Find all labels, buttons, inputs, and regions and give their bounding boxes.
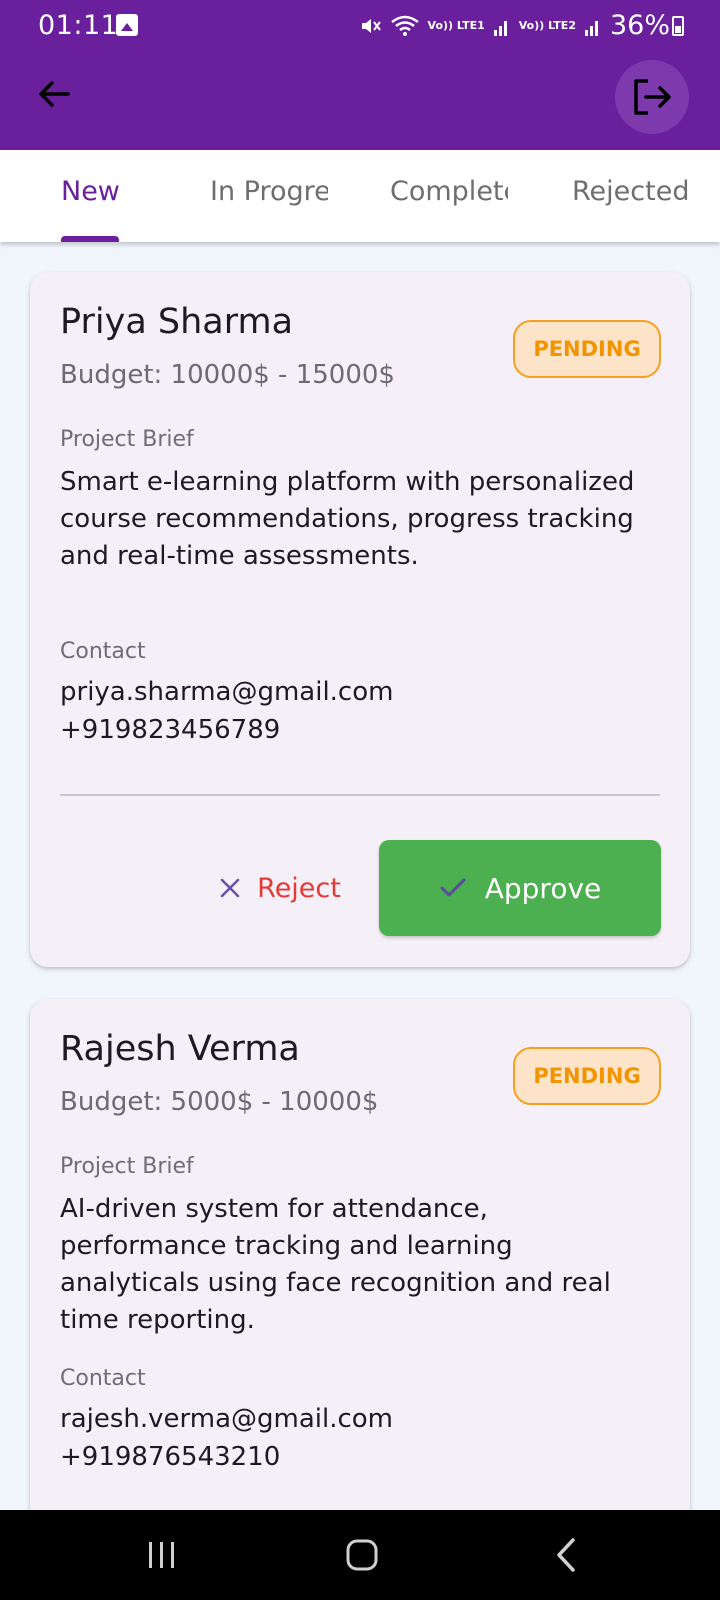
image-notification-icon	[116, 14, 138, 36]
tab-bar: New In Progress Completed Rejected	[0, 150, 720, 242]
tab-in-progress[interactable]: In Progress	[210, 176, 328, 207]
mute-icon	[361, 18, 381, 33]
project-brief-text: Smart e-learning platform with personali…	[60, 467, 635, 571]
tab-completed[interactable]: Completed	[390, 176, 508, 207]
back-button[interactable]	[28, 68, 80, 120]
tab-new[interactable]: New	[61, 176, 120, 207]
logout-button[interactable]	[615, 60, 689, 134]
status-indicators: Vo)) LTE1 Vo)) LTE2 36%	[358, 10, 670, 41]
project-brief-label: Project Brief	[60, 1154, 194, 1179]
battery-icon	[672, 16, 684, 36]
signal-2-label: Vo)) LTE2	[518, 19, 576, 32]
status-badge: PENDING	[513, 320, 661, 378]
contact-label: Contact	[60, 1366, 146, 1391]
status-time: 01:11	[38, 10, 119, 41]
budget-range: Budget: 5000$ - 10000$	[60, 1087, 379, 1117]
close-icon	[220, 878, 240, 898]
contact-label: Contact	[60, 639, 146, 664]
tab-rejected[interactable]: Rejected	[572, 176, 689, 207]
request-card: Rajesh Verma Budget: 5000$ - 10000$ PEND…	[30, 999, 690, 1559]
back-nav-button[interactable]	[538, 1530, 594, 1580]
system-nav-bar	[0, 1510, 720, 1600]
project-brief-label: Project Brief	[60, 427, 194, 452]
signal-bars-icon	[584, 20, 598, 36]
request-card: Priya Sharma Budget: 10000$ - 15000$ PEN…	[30, 272, 690, 967]
reject-label: Reject	[257, 872, 341, 904]
contact-phone: +919823456789	[60, 715, 281, 745]
active-tab-indicator	[61, 236, 119, 242]
approve-button[interactable]: Approve	[379, 840, 661, 936]
approve-label: Approve	[484, 871, 602, 905]
check-icon	[440, 878, 466, 897]
home-button[interactable]	[334, 1530, 390, 1580]
contact-email: rajesh.verma@gmail.com	[60, 1404, 394, 1434]
status-badge: PENDING	[513, 1047, 661, 1105]
contact-phone: +919876543210	[60, 1442, 281, 1472]
home-icon	[346, 1539, 378, 1571]
logout-icon	[634, 79, 671, 115]
client-name: Rajesh Verma	[60, 1029, 300, 1069]
recent-apps-icon	[149, 1542, 174, 1568]
recent-apps-button[interactable]	[134, 1530, 190, 1580]
signal-1-label: Vo)) LTE1	[427, 19, 485, 32]
client-name: Priya Sharma	[60, 302, 294, 342]
project-brief-text: AI-driven system for attendance, perform…	[60, 1194, 611, 1335]
arrow-left-icon	[39, 81, 70, 107]
budget-range: Budget: 10000$ - 15000$	[60, 360, 395, 390]
battery-percent: 36%	[609, 10, 670, 41]
signal-bars-icon	[493, 20, 507, 36]
app-header: 01:11 Vo)) LTE1 Vo)) LTE2 36%	[0, 0, 720, 150]
contact-email: priya.sharma@gmail.com	[60, 677, 394, 707]
reject-button[interactable]: Reject	[200, 840, 360, 936]
divider	[60, 794, 660, 796]
chevron-left-icon	[557, 1538, 575, 1572]
wifi-icon	[390, 15, 419, 36]
